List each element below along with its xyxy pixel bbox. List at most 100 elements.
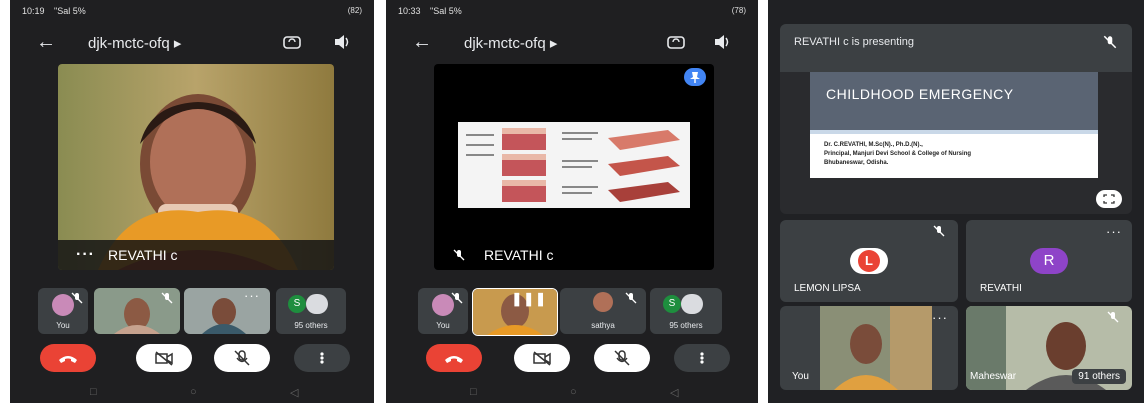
recents-nav-icon[interactable]: □ xyxy=(90,386,97,398)
mic-off-icon xyxy=(625,292,637,304)
status-bar: 10:33 "Sal 5% (78) xyxy=(398,6,746,20)
main-video-tile[interactable]: ··· REVATHI c xyxy=(58,64,334,270)
avatar-initial: R xyxy=(1030,248,1068,274)
participant-name-bar: ··· REVATHI c xyxy=(58,240,334,270)
meet-screen-1: 10:19 "Sal 5% (82) ← djk-mctc-ofq ▸ ··· … xyxy=(10,0,374,403)
more-options-button[interactable] xyxy=(294,344,350,372)
audio-level-icon: ❚❚❚ xyxy=(511,291,547,306)
camera-toggle-button[interactable] xyxy=(514,344,570,372)
mic-off-icon xyxy=(161,292,173,304)
mic-off-icon xyxy=(234,350,250,366)
back-arrow-icon[interactable]: ← xyxy=(412,30,432,54)
back-arrow-icon[interactable]: ← xyxy=(36,30,56,54)
participant-name: Maheswar xyxy=(970,371,1017,382)
presenting-text: REVATHI c is presenting xyxy=(794,36,915,48)
back-nav-icon[interactable]: ◁ xyxy=(670,386,678,399)
slide-divider xyxy=(810,130,1098,134)
thumbnail-others[interactable]: S 95 others xyxy=(276,288,346,334)
battery-indicator: (78) xyxy=(731,6,746,15)
slide-author-line: Bhubaneswar, Odisha. xyxy=(824,160,889,166)
vertical-dots-icon xyxy=(320,352,324,364)
meeting-code[interactable]: djk-mctc-ofq ▸ xyxy=(88,34,181,52)
android-nav-bar: □ ○ ◁ xyxy=(386,386,758,400)
end-call-button[interactable] xyxy=(426,344,482,372)
slide-title: CHILDHOOD EMERGENCY xyxy=(826,86,1014,102)
meeting-code[interactable]: djk-mctc-ofq ▸ xyxy=(464,34,557,52)
others-count: 95 others xyxy=(669,321,703,330)
vertical-dots-icon xyxy=(700,352,704,364)
switch-camera-icon[interactable] xyxy=(666,32,686,52)
slide-author-line: Dr. C.REVATHI, M.Sc(N)., Ph.D.(N)., xyxy=(824,142,923,148)
slide-title-band: CHILDHOOD EMERGENCY xyxy=(810,72,1098,134)
speaker-icon[interactable] xyxy=(332,32,352,52)
thumbnail-participant[interactable]: sathya xyxy=(560,288,646,334)
status-time: 10:19 xyxy=(22,6,45,16)
mic-off-icon xyxy=(71,292,83,304)
participant-name-bar: REVATHI c xyxy=(434,240,714,270)
phone-hangup-icon xyxy=(59,356,77,363)
camera-off-icon xyxy=(155,351,173,366)
thumbnail-participant[interactable]: ··· xyxy=(184,288,270,334)
meeting-toolbar: ← djk-mctc-ofq ▸ xyxy=(386,30,758,56)
participant-name: REVATHI c xyxy=(484,247,554,263)
mic-toggle-button[interactable] xyxy=(214,344,270,372)
mic-off-icon xyxy=(1107,311,1119,323)
presenting-banner: REVATHI c is presenting xyxy=(780,24,1132,72)
thumbnail-participant-active[interactable]: ❚❚❚ xyxy=(472,288,558,336)
participant-avatar: L xyxy=(850,248,888,274)
battery-indicator: (82) xyxy=(347,6,362,15)
others-avatar xyxy=(306,294,328,314)
thumbnail-you[interactable]: You xyxy=(38,288,88,334)
switch-camera-icon[interactable] xyxy=(282,32,302,52)
thumbnail-you[interactable]: You xyxy=(418,288,468,334)
mic-off-icon xyxy=(453,249,465,261)
presentation-tile[interactable]: REVATHI c is presenting CHILDHOOD EMERGE… xyxy=(780,24,1132,214)
thumbnail-others[interactable]: S 95 others xyxy=(650,288,722,334)
more-options-button[interactable] xyxy=(674,344,730,372)
others-avatar xyxy=(681,294,703,314)
pin-icon xyxy=(690,72,700,83)
participant-avatar xyxy=(593,292,613,312)
back-nav-icon[interactable]: ◁ xyxy=(290,386,298,399)
camera-toggle-button[interactable] xyxy=(136,344,192,372)
mic-off-icon xyxy=(451,292,463,304)
end-call-button[interactable] xyxy=(40,344,96,372)
avatar-initial: L xyxy=(858,250,880,272)
slide: CHILDHOOD EMERGENCY Dr. C.REVATHI, M.Sc(… xyxy=(810,72,1098,178)
thumbnail-participant[interactable] xyxy=(94,288,180,334)
phone-hangup-icon xyxy=(445,356,463,363)
participant-tile-you[interactable]: ··· You xyxy=(780,306,958,390)
thumbnail-label: You xyxy=(436,321,450,330)
status-bar: 10:19 "Sal 5% (82) xyxy=(22,6,362,20)
thumbnail-label: sathya xyxy=(591,321,615,330)
others-count[interactable]: 91 others xyxy=(1072,369,1126,384)
participant-name: REVATHI xyxy=(980,283,1022,294)
more-options-icon[interactable]: ··· xyxy=(1106,224,1122,239)
others-avatar-initial: S xyxy=(663,295,681,313)
home-nav-icon[interactable]: ○ xyxy=(190,386,197,398)
participant-name: You xyxy=(792,371,809,382)
status-time: 10:33 xyxy=(398,6,421,16)
more-options-icon[interactable]: ··· xyxy=(244,288,260,303)
others-count: 95 others xyxy=(294,321,328,330)
more-options-icon[interactable]: ··· xyxy=(932,310,948,325)
mic-off-icon xyxy=(933,225,945,237)
meet-presentation-screen: REVATHI c is presenting CHILDHOOD EMERGE… xyxy=(768,0,1144,403)
meet-screen-2: 10:33 "Sal 5% (78) ← djk-mctc-ofq ▸ REVA… xyxy=(386,0,758,403)
fullscreen-icon xyxy=(1103,194,1115,204)
participant-tile-revathi[interactable]: ··· R REVATHI xyxy=(966,220,1132,302)
participant-tile-maheswar[interactable]: Maheswar 91 others xyxy=(966,306,1132,390)
recents-nav-icon[interactable]: □ xyxy=(470,386,477,398)
mic-toggle-button[interactable] xyxy=(594,344,650,372)
speaker-icon[interactable] xyxy=(712,32,732,52)
pin-button[interactable] xyxy=(684,68,706,86)
fullscreen-button[interactable] xyxy=(1096,190,1122,208)
more-options-icon[interactable]: ··· xyxy=(76,246,95,264)
mic-off-icon xyxy=(614,350,630,366)
signal-text: "Sal 5% xyxy=(54,6,86,16)
main-video-tile[interactable]: REVATHI c xyxy=(434,64,714,270)
participant-tile-lemon[interactable]: L LEMON LIPSA xyxy=(780,220,958,302)
camera-off-icon xyxy=(533,351,551,366)
shared-slide-burns-diagram xyxy=(458,122,690,208)
home-nav-icon[interactable]: ○ xyxy=(570,386,577,398)
